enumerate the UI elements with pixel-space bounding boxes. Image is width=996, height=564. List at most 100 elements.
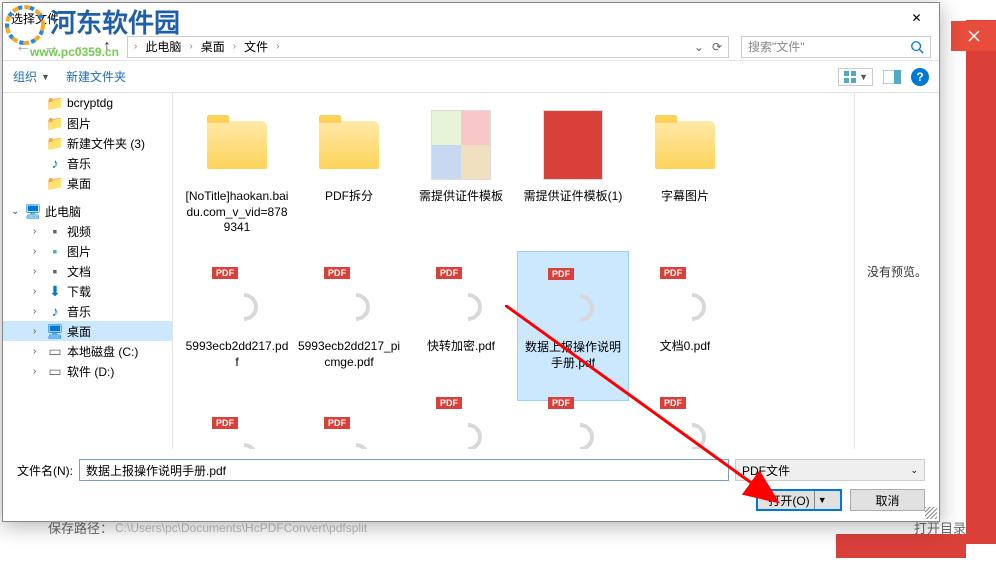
sidebar-item[interactable]: ♪音乐 [3,153,172,173]
thumbnail-view-icon [843,70,857,84]
sidebar-item[interactable]: › ▪图片 [3,241,172,261]
titlebar: 选择文件 ✕ [3,3,939,33]
sidebar-item[interactable]: ›▭软件 (D:) [3,361,172,381]
cancel-button-label: 取消 [875,492,899,509]
pdf-icon: PDF [645,405,725,445]
folder-icon [309,105,389,185]
file-label: 数据上报操作说明手册.pdf [522,340,624,371]
tree-label: 音乐 [67,155,91,172]
open-button-label: 打开(O) [768,492,809,509]
tree-label: 图片 [67,115,91,132]
file-item[interactable]: PDF5993ecb2dd217.pdf [181,251,293,401]
tree-label: 桌面 [67,175,91,192]
breadcrumb-item[interactable]: 此电脑 [141,38,185,55]
file-item[interactable]: 需提供证件模板(1) [517,101,629,251]
folder-icon: 📁 [47,135,63,151]
preview-pane: 没有预览。 [854,93,939,449]
sidebar-item[interactable]: ⌄🖥此电脑 [3,201,172,221]
dialog-title: 选择文件 [11,10,894,27]
chevron-icon: › [33,246,43,257]
tree-label: 文档 [67,263,91,280]
filetype-combo[interactable]: PDF文件 ⌄ [735,459,925,481]
file-item[interactable]: PDF [629,401,741,449]
sidebar-item[interactable]: 📁图片 [3,113,172,133]
file-item[interactable]: PDF文档0.pdf [629,251,741,401]
help-icon[interactable]: ? [911,68,929,86]
disk-icon: ▭ [47,343,63,359]
new-folder-button[interactable]: 新建文件夹 [66,68,126,85]
file-item[interactable]: PDF数据上报操作说明手册.pdf [517,251,629,401]
tree-label: bcryptdg [67,96,113,110]
filename-input[interactable] [79,459,729,481]
file-item[interactable]: PDF拆分 [293,101,405,251]
open-split-dropdown[interactable]: ▼ [814,491,830,509]
folder-icon: 📁 [47,115,63,131]
file-item[interactable]: PDF需提供证件模板(2).pdf [181,401,293,449]
breadcrumb-refresh-icon[interactable]: ⟳ [708,40,726,54]
pdf-icon: PDF [645,255,725,335]
pic-icon: ▪ [47,243,63,259]
background-red-button [836,534,966,558]
breadcrumb-dropdown[interactable]: ⌄ [690,40,708,54]
chevron-icon: › [33,346,43,357]
resize-grip[interactable] [925,507,937,519]
sidebar-item[interactable]: 📁桌面 [3,173,172,193]
sidebar-item[interactable]: ›🖥桌面 [3,321,172,341]
chevron-icon: ⌄ [11,206,21,217]
sidebar-tree: 📁bcryptdg📁图片📁新建文件夹 (3)♪音乐📁桌面⌄🖥此电脑›▪视频›▪图… [3,93,173,449]
folder-icon: 📁 [47,95,63,111]
preview-pane-toggle[interactable] [883,70,901,84]
nav-up-button[interactable]: ↑ [95,35,119,59]
nav-recent-button[interactable]: ⌄ [67,35,91,59]
tree-label: 软件 (D:) [67,363,114,380]
file-item[interactable]: PDF快转加密.pdf [405,251,517,401]
file-item[interactable]: 字幕图片 [629,101,741,251]
music-icon: ♪ [47,155,63,171]
view-mode-buttons[interactable]: ▼ [838,68,873,86]
file-item[interactable]: 需提供证件模板 [405,101,517,251]
file-label: PDF拆分 [325,189,373,205]
dl-icon: ⬇ [47,283,63,299]
thumb1-icon [421,105,501,185]
file-label: 需提供证件模板(1) [524,189,623,205]
file-label: 快转加密.pdf [427,339,495,355]
breadcrumb[interactable]: › 此电脑 › 桌面 › 文件 › ⌄ ⟳ [127,36,729,58]
file-label: 5993ecb2dd217.pdf [185,339,289,370]
sidebar-item[interactable]: 📁新建文件夹 (3) [3,133,172,153]
file-label: 5993ecb2dd217_picmge.pdf [297,339,401,370]
dialog-bottom-bar: 文件名(N): PDF文件 ⌄ 打开(O) ▼ 取消 [3,449,939,521]
file-item[interactable]: PDF [517,401,629,449]
file-label: [NoTitle]haokan.baidu.com_v_vid=8789341 [185,189,289,236]
tree-label: 下载 [67,283,91,300]
sidebar-item[interactable]: 📁 bcryptdg [3,93,172,113]
breadcrumb-item[interactable]: 文件 [240,38,272,55]
tree-label: 桌面 [67,323,91,340]
search-input[interactable]: 搜索"文件" [741,36,931,58]
dialog-close-button[interactable]: ✕ [894,3,939,33]
pdf-icon: PDF [309,405,389,449]
search-icon [910,40,924,54]
cancel-button[interactable]: 取消 [850,489,925,511]
file-item[interactable]: [NoTitle]haokan.baidu.com_v_vid=8789341 [181,101,293,251]
organize-menu[interactable]: 组织 [13,68,37,85]
sidebar-item[interactable]: ›▪文档 [3,261,172,281]
file-open-dialog: 选择文件 ✕ ← → ⌄ ↑ › 此电脑 › 桌面 › 文件 › ⌄ ⟳ 搜索"… [2,2,940,522]
file-grid[interactable]: [NoTitle]haokan.baidu.com_v_vid=8789341P… [173,93,854,449]
sidebar-item[interactable]: ›▭本地磁盘 (C:) [3,341,172,361]
tree-label: 图片 [67,243,91,260]
sidebar-item[interactable]: ›⬇下载 [3,281,172,301]
sidebar-item[interactable]: ›▪视频 [3,221,172,241]
chevron-icon: › [33,266,43,277]
nav-back-button[interactable]: ← [11,35,35,59]
file-item[interactable]: PDF需提供证件模板.pdf [293,401,405,449]
file-label: 需提供证件模板 [419,189,503,205]
file-item[interactable]: PDF5993ecb2dd217_picmge.pdf [293,251,405,401]
file-item[interactable]: PDF [405,401,517,449]
toolbar: 组织 ▼ 新建文件夹 ▼ ? [3,61,939,93]
open-button[interactable]: 打开(O) ▼ [756,489,842,511]
breadcrumb-item[interactable]: 桌面 [197,38,229,55]
music-icon: ♪ [47,303,63,319]
sidebar-item[interactable]: ›♪音乐 [3,301,172,321]
pdf-icon: PDF [421,405,501,445]
background-close-button[interactable] [951,21,996,51]
